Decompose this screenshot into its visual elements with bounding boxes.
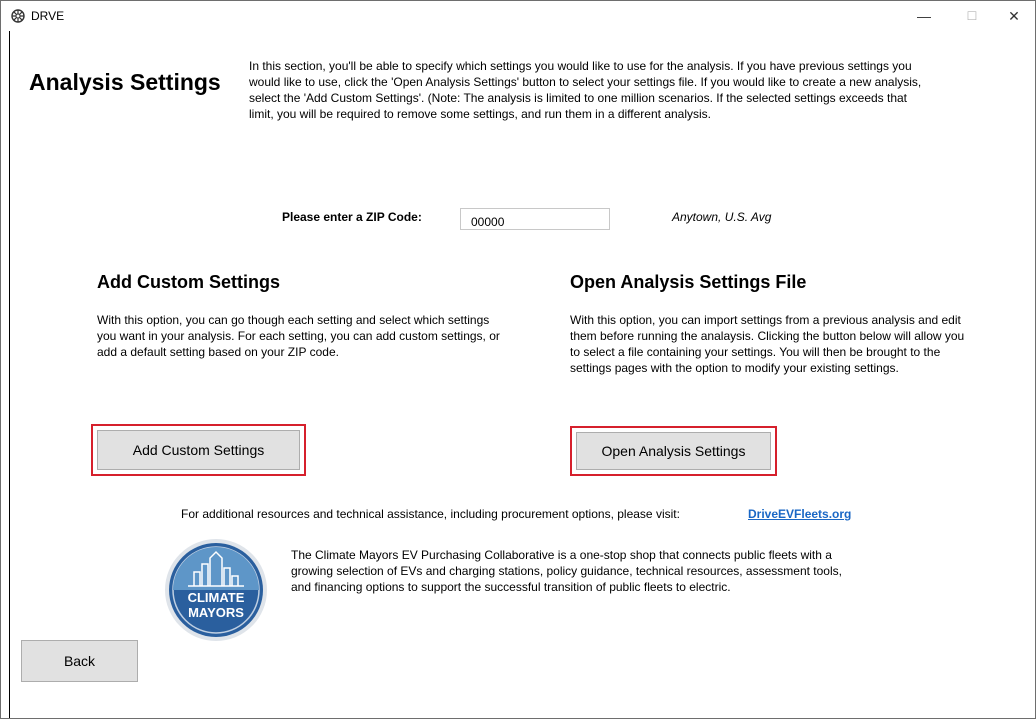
zip-label: Please enter a ZIP Code: [282,210,422,224]
app-window: DRVE — ☐ ✕ Analysis Settings In this sec… [0,0,1036,719]
zip-input[interactable] [460,208,610,230]
close-button[interactable]: ✕ [991,1,1036,31]
back-button[interactable]: Back [21,640,138,682]
custom-settings-description: With this option, you can go though each… [97,313,500,359]
page-title: Analysis Settings [29,69,221,95]
custom-settings-title: Add Custom Settings [97,272,280,292]
zip-location-text: Anytown, U.S. Avg [672,210,772,224]
climate-description: The Climate Mayors EV Purchasing Collabo… [291,548,842,594]
window-title: DRVE [31,9,65,23]
maximize-button[interactable]: ☐ [949,1,995,31]
add-custom-settings-button[interactable]: Add Custom Settings [97,430,300,470]
open-settings-description: With this option, you can import setting… [570,313,965,375]
resources-text: For additional resources and technical a… [181,507,680,521]
drive-ev-fleets-link[interactable]: DriveEVFleets.org [748,507,851,521]
open-button-highlight: Open Analysis Settings [570,426,777,476]
logo-line-2: MAYORS [188,605,244,620]
intro-text: In this section, you'll be able to speci… [249,59,922,121]
logo-line-1: CLIMATE [187,590,245,605]
drve-app-icon [11,9,25,23]
open-analysis-settings-button[interactable]: Open Analysis Settings [576,432,771,470]
open-settings-title: Open Analysis Settings File [570,272,807,292]
left-frame-border [1,31,10,718]
custom-button-highlight: Add Custom Settings [91,424,306,476]
minimize-button[interactable]: — [901,1,947,31]
title-bar[interactable]: DRVE — ☐ ✕ [1,1,1035,31]
